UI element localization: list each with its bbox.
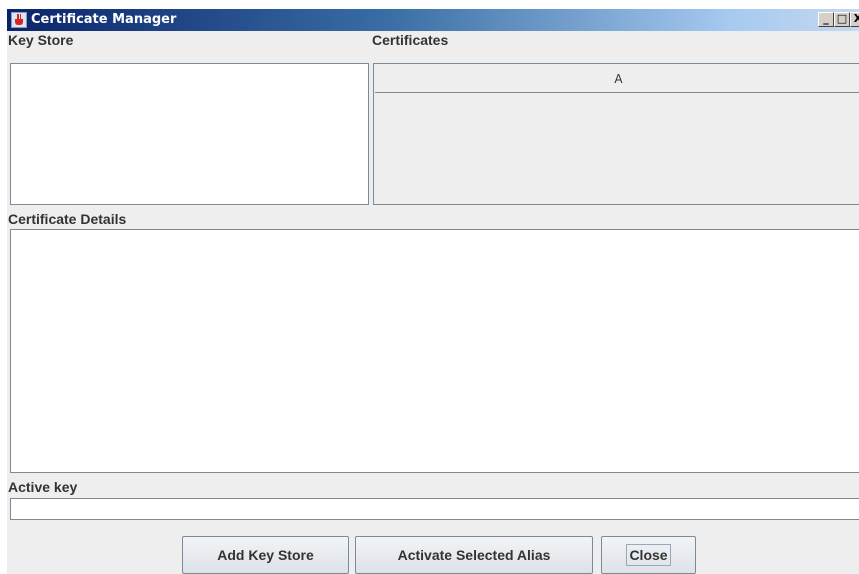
close-button[interactable]: Close [601,536,696,574]
close-button-label: Close [626,544,671,566]
maximize-button[interactable]: □ [834,12,850,27]
certificates-label: Certificates [372,32,449,48]
certificate-details-area[interactable] [10,229,859,473]
active-key-field[interactable] [10,498,859,520]
key-store-label: Key Store [8,32,74,48]
add-key-store-button[interactable]: Add Key Store [182,536,349,574]
java-cup-icon [11,12,27,28]
column-header-a[interactable]: A [375,65,859,93]
certificate-manager-window: Certificate Manager _ □ X Key Store Cert… [7,9,859,574]
title-bar[interactable]: Certificate Manager _ □ X [7,9,859,31]
active-key-label: Active key [8,479,78,495]
certificate-details-label: Certificate Details [8,211,127,227]
minimize-button[interactable]: _ [818,12,834,27]
window-title: Certificate Manager [31,12,177,27]
close-window-button[interactable]: X [850,12,859,27]
certificates-table[interactable]: A [373,63,859,205]
activate-selected-alias-button[interactable]: Activate Selected Alias [355,536,593,574]
key-store-list[interactable] [10,63,369,205]
